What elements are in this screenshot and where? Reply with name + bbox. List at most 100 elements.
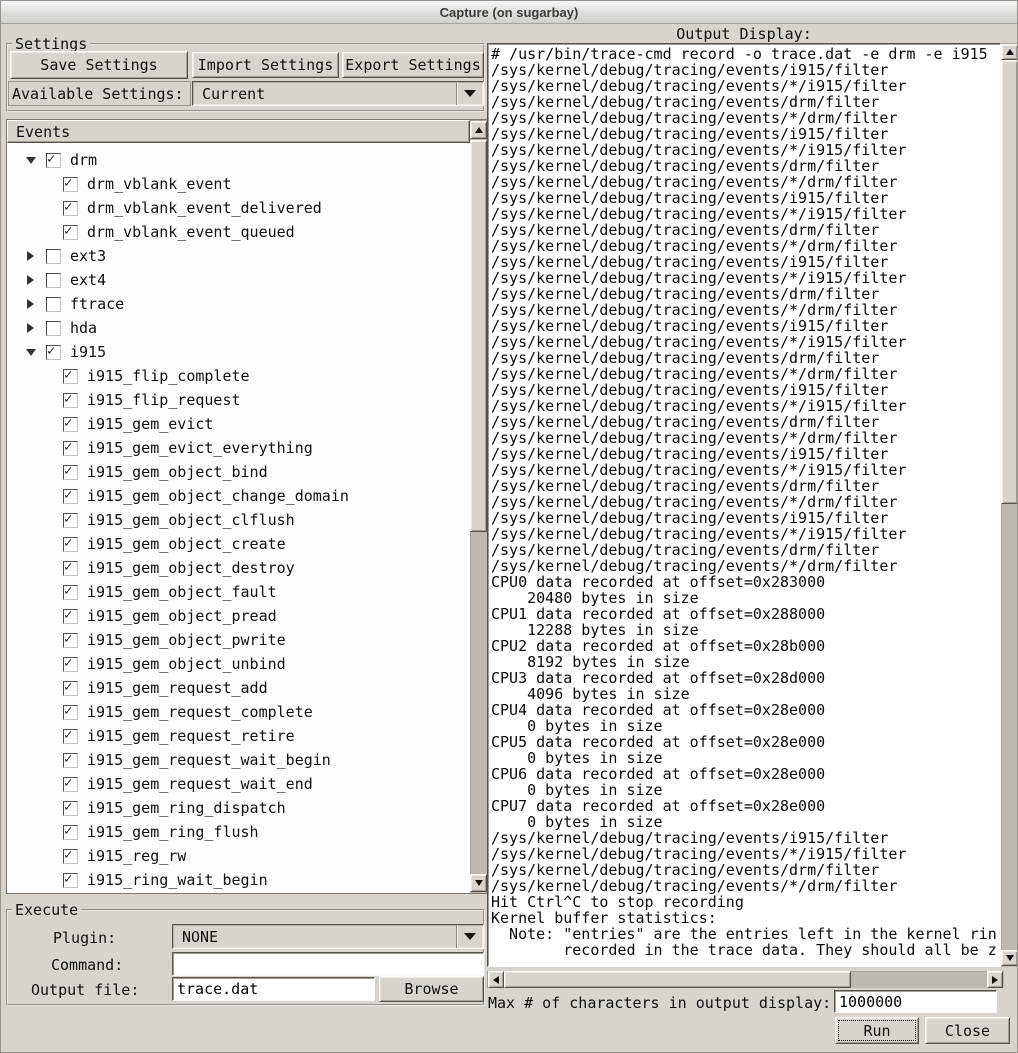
event-tree-row[interactable]: i915_gem_ring_flush [8,820,470,844]
event-checkbox[interactable] [63,729,78,744]
event-tree-row[interactable]: hda [8,316,470,340]
expander-open-icon[interactable] [24,346,37,359]
event-tree-row[interactable]: drm_vblank_event_queued [8,220,470,244]
event-checkbox[interactable] [46,153,61,168]
event-label: i915_gem_request_wait_begin [87,751,331,769]
event-tree-row[interactable]: i915_gem_object_unbind [8,652,470,676]
command-input[interactable] [172,952,484,976]
events-panel: Events drm drm_vblank_event drm_vblank_e… [6,119,488,894]
event-checkbox[interactable] [63,561,78,576]
available-settings-dropdown[interactable]: Current [192,81,484,106]
event-checkbox[interactable] [63,633,78,648]
event-tree-row[interactable]: i915_gem_object_pread [8,604,470,628]
event-checkbox[interactable] [63,585,78,600]
event-checkbox[interactable] [63,609,78,624]
event-tree-row[interactable]: i915 [8,340,470,364]
event-checkbox[interactable] [63,393,78,408]
event-checkbox[interactable] [46,297,61,312]
event-checkbox[interactable] [63,753,78,768]
event-checkbox[interactable] [46,345,61,360]
events-vertical-scrollbar[interactable] [470,120,487,893]
event-checkbox[interactable] [63,777,78,792]
plugin-dropdown[interactable]: NONE [172,924,484,949]
event-checkbox[interactable] [63,489,78,504]
import-settings-button[interactable]: Import Settings [192,52,339,78]
output-file-input[interactable] [172,977,375,1001]
event-tree-row[interactable]: i915_gem_ring_dispatch [8,796,470,820]
scroll-up-icon[interactable] [1001,44,1018,60]
event-tree-row[interactable]: i915_gem_object_pwrite [8,628,470,652]
expander-closed-icon[interactable] [24,298,37,311]
event-checkbox[interactable] [63,225,78,240]
save-settings-button[interactable]: Save Settings [10,51,188,79]
event-checkbox[interactable] [63,465,78,480]
event-tree-row[interactable]: drm_vblank_event [8,172,470,196]
dropdown-arrow-icon[interactable] [456,925,483,948]
event-checkbox[interactable] [63,873,78,888]
expander-open-icon[interactable] [24,154,37,167]
output-horizontal-scrollbar[interactable] [487,971,1004,988]
event-checkbox[interactable] [63,849,78,864]
event-tree-row[interactable]: i915_gem_object_destroy [8,556,470,580]
event-checkbox[interactable] [63,513,78,528]
event-checkbox[interactable] [46,321,61,336]
scroll-left-icon[interactable] [488,971,504,988]
event-tree-row[interactable]: i915_gem_object_change_domain [8,484,470,508]
event-tree-row[interactable]: i915_gem_evict [8,412,470,436]
events-scrollbar-thumb[interactable] [470,140,487,532]
event-tree-row[interactable]: drm [8,148,470,172]
event-tree-row[interactable]: i915_gem_request_add [8,676,470,700]
scroll-up-icon[interactable] [470,121,487,139]
close-button[interactable]: Close [925,1017,1010,1044]
event-checkbox[interactable] [63,705,78,720]
event-checkbox[interactable] [63,825,78,840]
scroll-down-icon[interactable] [1001,950,1018,966]
events-tree: drm drm_vblank_event drm_vblank_event_de… [8,143,470,892]
output-hscrollbar-thumb[interactable] [504,971,851,988]
event-checkbox[interactable] [63,369,78,384]
export-settings-button[interactable]: Export Settings [342,52,484,78]
event-checkbox[interactable] [63,801,78,816]
event-checkbox[interactable] [63,681,78,696]
event-tree-row[interactable]: ext4 [8,268,470,292]
event-checkbox[interactable] [63,201,78,216]
available-settings-label: Available Settings: [8,81,191,106]
event-tree-row[interactable]: i915_reg_rw [8,844,470,868]
event-tree-row[interactable]: i915_gem_request_complete [8,700,470,724]
expander-closed-icon[interactable] [24,274,37,287]
event-tree-row[interactable]: i915_gem_object_create [8,532,470,556]
event-checkbox[interactable] [63,657,78,672]
event-checkbox[interactable] [46,273,61,288]
event-tree-row[interactable]: i915_ring_wait_begin [8,868,470,892]
event-tree-row[interactable]: i915_gem_object_bind [8,460,470,484]
event-label: i915_gem_ring_flush [87,823,259,841]
event-label: i915_gem_request_wait_end [87,775,313,793]
event-tree-row[interactable]: i915_gem_request_retire [8,724,470,748]
event-checkbox[interactable] [63,441,78,456]
event-tree-row[interactable]: ftrace [8,292,470,316]
expander-closed-icon[interactable] [24,322,37,335]
event-tree-row[interactable]: drm_vblank_event_delivered [8,196,470,220]
event-checkbox[interactable] [63,417,78,432]
event-tree-row[interactable]: i915_flip_request [8,388,470,412]
event-tree-row[interactable]: i915_gem_evict_everything [8,436,470,460]
scroll-right-icon[interactable] [987,971,1003,988]
max-chars-input[interactable] [834,990,997,1013]
event-tree-row[interactable]: i915_gem_object_fault [8,580,470,604]
event-tree-row[interactable]: i915_gem_request_wait_end [8,772,470,796]
event-tree-row[interactable]: i915_gem_request_wait_begin [8,748,470,772]
event-checkbox[interactable] [46,249,61,264]
event-checkbox[interactable] [63,177,78,192]
events-column-header[interactable]: Events [7,120,470,143]
output-scrollbar-thumb[interactable] [1001,60,1018,504]
scroll-down-icon[interactable] [470,874,487,892]
dropdown-arrow-icon[interactable] [456,82,483,105]
event-checkbox[interactable] [63,537,78,552]
event-tree-row[interactable]: i915_gem_object_clflush [8,508,470,532]
event-tree-row[interactable]: ext3 [8,244,470,268]
output-vertical-scrollbar[interactable] [1001,43,1018,967]
run-button[interactable]: Run [835,1017,919,1044]
browse-button[interactable]: Browse [379,976,484,1002]
event-tree-row[interactable]: i915_flip_complete [8,364,470,388]
expander-closed-icon[interactable] [24,250,37,263]
